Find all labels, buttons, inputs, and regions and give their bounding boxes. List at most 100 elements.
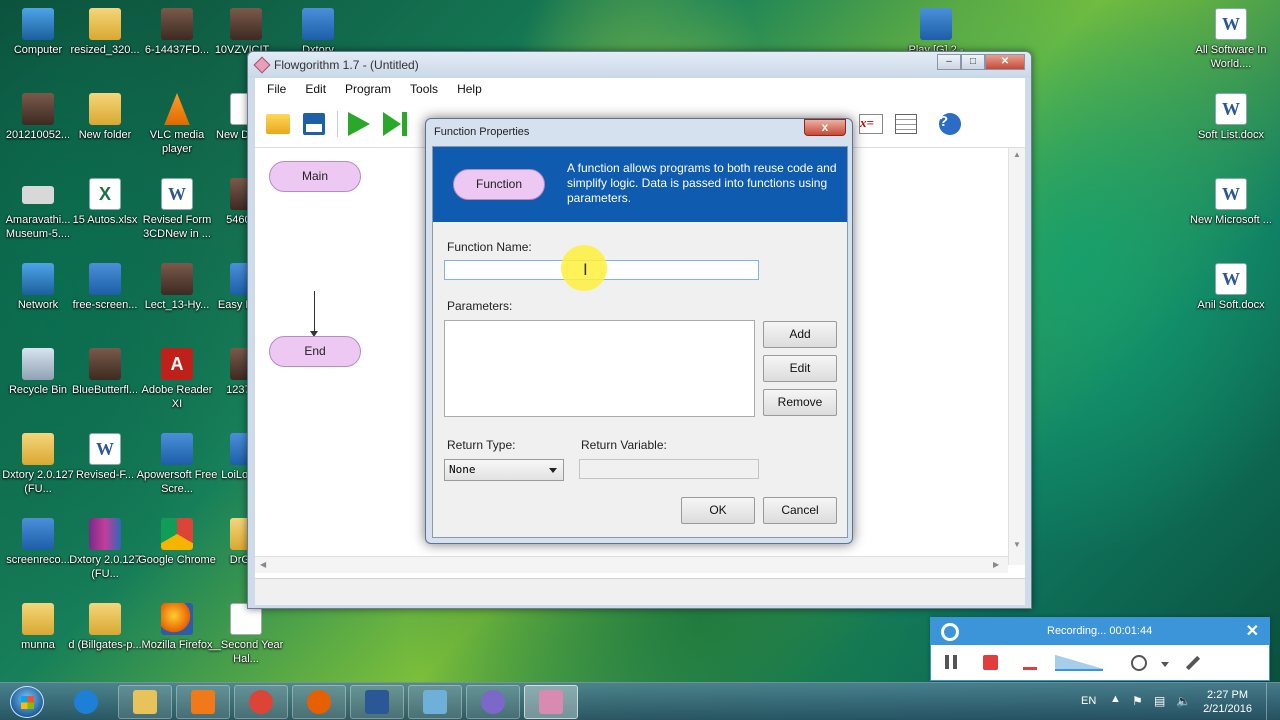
stop-icon[interactable] [983, 655, 998, 670]
scroll-up-icon[interactable]: ▲ [1013, 150, 1021, 159]
console-button[interactable] [893, 111, 919, 137]
taskbar-chrome-button[interactable] [234, 685, 288, 719]
help-button[interactable]: ? [937, 111, 963, 137]
status-bar [255, 578, 1025, 605]
taskbar-internet-explorer-button[interactable] [59, 685, 113, 719]
horizontal-scrollbar[interactable]: ◀ ▶ [255, 556, 1008, 573]
menu-bar: File Edit Program Tools Help [255, 78, 1025, 100]
close-window-button[interactable]: ✕ [985, 54, 1025, 70]
add-parameter-button[interactable]: Add [763, 321, 837, 348]
return-variable-input[interactable] [579, 459, 759, 479]
save-button[interactable] [301, 111, 327, 137]
recorder-controls [931, 645, 1269, 681]
parameters-list[interactable] [444, 320, 755, 417]
folder-icon [89, 93, 121, 125]
desktop-icon[interactable]: Dxtory [276, 8, 360, 57]
folder-open-icon [266, 113, 290, 134]
function-shape-icon: Function [453, 169, 545, 200]
volume-icon[interactable] [1055, 655, 1103, 671]
open-button[interactable] [265, 111, 291, 137]
firefox-icon [307, 690, 331, 714]
flow-node-main[interactable]: Main [269, 161, 361, 192]
taskbar-dxtory-button[interactable] [466, 685, 520, 719]
flowgorithm-icon [539, 690, 563, 714]
scroll-left-icon[interactable]: ◀ [260, 560, 266, 569]
image-icon [230, 8, 262, 40]
taskbar-word-button[interactable] [350, 685, 404, 719]
desktop-icon[interactable]: W All Software In World.... [1189, 8, 1273, 71]
language-indicator[interactable]: EN [1081, 695, 1096, 707]
return-type-select[interactable]: None [444, 459, 564, 481]
pen-icon[interactable] [1185, 655, 1201, 671]
menu-help[interactable]: Help [457, 82, 482, 96]
rar-icon [89, 518, 121, 550]
dialog-close-button[interactable]: x [804, 119, 846, 136]
tray-expand-icon[interactable]: ▲ [1110, 693, 1121, 705]
recorder-close-icon[interactable]: ✕ [1246, 621, 1259, 641]
taskbar: EN ▲ ⚑ ▤ 🔈 2:27 PM 2/21/2016 [0, 682, 1280, 720]
taskbar-firefox-button[interactable] [292, 685, 346, 719]
dialog-banner: Function A function allows programs to b… [433, 147, 847, 222]
taskbar-flowgorithm-button[interactable] [524, 685, 578, 719]
image-icon [161, 8, 193, 40]
menu-tools[interactable]: Tools [410, 82, 438, 96]
computer-icon [22, 8, 54, 40]
start-button[interactable] [10, 686, 44, 718]
desktop-icon[interactable]: Play [G] 2 - [894, 8, 978, 57]
image-icon [161, 263, 193, 295]
pause-icon[interactable] [945, 655, 957, 669]
flow-connector[interactable] [314, 291, 315, 335]
run-button[interactable] [346, 111, 372, 137]
word-icon: W [161, 178, 193, 210]
menu-program[interactable]: Program [345, 82, 391, 96]
scroll-down-icon[interactable]: ▼ [1013, 540, 1021, 549]
ok-button[interactable]: OK [681, 497, 755, 524]
app-icon [302, 8, 334, 40]
return-type-value: None [449, 463, 476, 476]
desktop-icon-label: Anil Soft.docx [1197, 299, 1265, 311]
desktop-icon[interactable]: __Second Year Hal... [204, 603, 288, 666]
toolbar-separator [337, 110, 338, 137]
network-tray-icon[interactable]: ▤ [1154, 694, 1165, 708]
variable-watch-button[interactable]: x= [858, 111, 884, 137]
taskbar-media-player-button[interactable] [176, 685, 230, 719]
vertical-scrollbar[interactable]: ▲ ▼ [1008, 148, 1025, 565]
window-title: Flowgorithm 1.7 - (Untitled) [274, 58, 419, 72]
taskbar-file-explorer-button[interactable] [118, 685, 172, 719]
menu-file[interactable]: File [267, 82, 286, 96]
menu-edit[interactable]: Edit [305, 82, 326, 96]
folder-icon [22, 433, 54, 465]
system-clock[interactable]: 2:27 PM 2/21/2016 [1203, 688, 1252, 716]
file-explorer-icon [133, 690, 157, 714]
word-icon: W [1215, 263, 1247, 295]
chevron-down-icon [549, 468, 557, 473]
desktop-icon[interactable]: W Anil Soft.docx [1189, 263, 1273, 312]
maximize-button[interactable]: □ [961, 54, 985, 70]
notification-flag-icon[interactable]: ⚑ [1132, 694, 1143, 708]
play-icon [348, 111, 370, 136]
desktop-icon-label: Soft List.docx [1197, 129, 1265, 141]
flow-node-end[interactable]: End [269, 336, 361, 367]
microphone-level-icon[interactable] [1023, 667, 1037, 670]
desktop-icon[interactable]: W Soft List.docx [1189, 93, 1273, 142]
word-icon: W [1215, 93, 1247, 125]
edit-parameter-button[interactable]: Edit [763, 355, 837, 382]
keyboard-icon [22, 186, 54, 204]
show-desktop-button[interactable] [1266, 683, 1280, 720]
word-icon: W [1215, 8, 1247, 40]
volume-tray-icon[interactable]: 🔈 [1176, 694, 1191, 708]
dialog-titlebar[interactable]: Function Properties [426, 119, 852, 146]
window-titlebar[interactable]: Flowgorithm 1.7 - (Untitled) [248, 52, 1031, 78]
scroll-right-icon[interactable]: ▶ [993, 560, 999, 569]
step-button[interactable] [382, 111, 408, 137]
taskbar-notepad-button[interactable] [408, 685, 462, 719]
app-icon [161, 433, 193, 465]
remove-parameter-button[interactable]: Remove [763, 389, 837, 416]
word-icon [365, 690, 389, 714]
app-icon [920, 8, 952, 40]
minimize-button[interactable]: – [937, 54, 961, 70]
desktop-icon[interactable]: W New Microsoft ... [1189, 178, 1273, 227]
webcam-icon[interactable] [1131, 655, 1147, 671]
chevron-down-icon[interactable] [1161, 662, 1169, 667]
cancel-button[interactable]: Cancel [763, 497, 837, 524]
